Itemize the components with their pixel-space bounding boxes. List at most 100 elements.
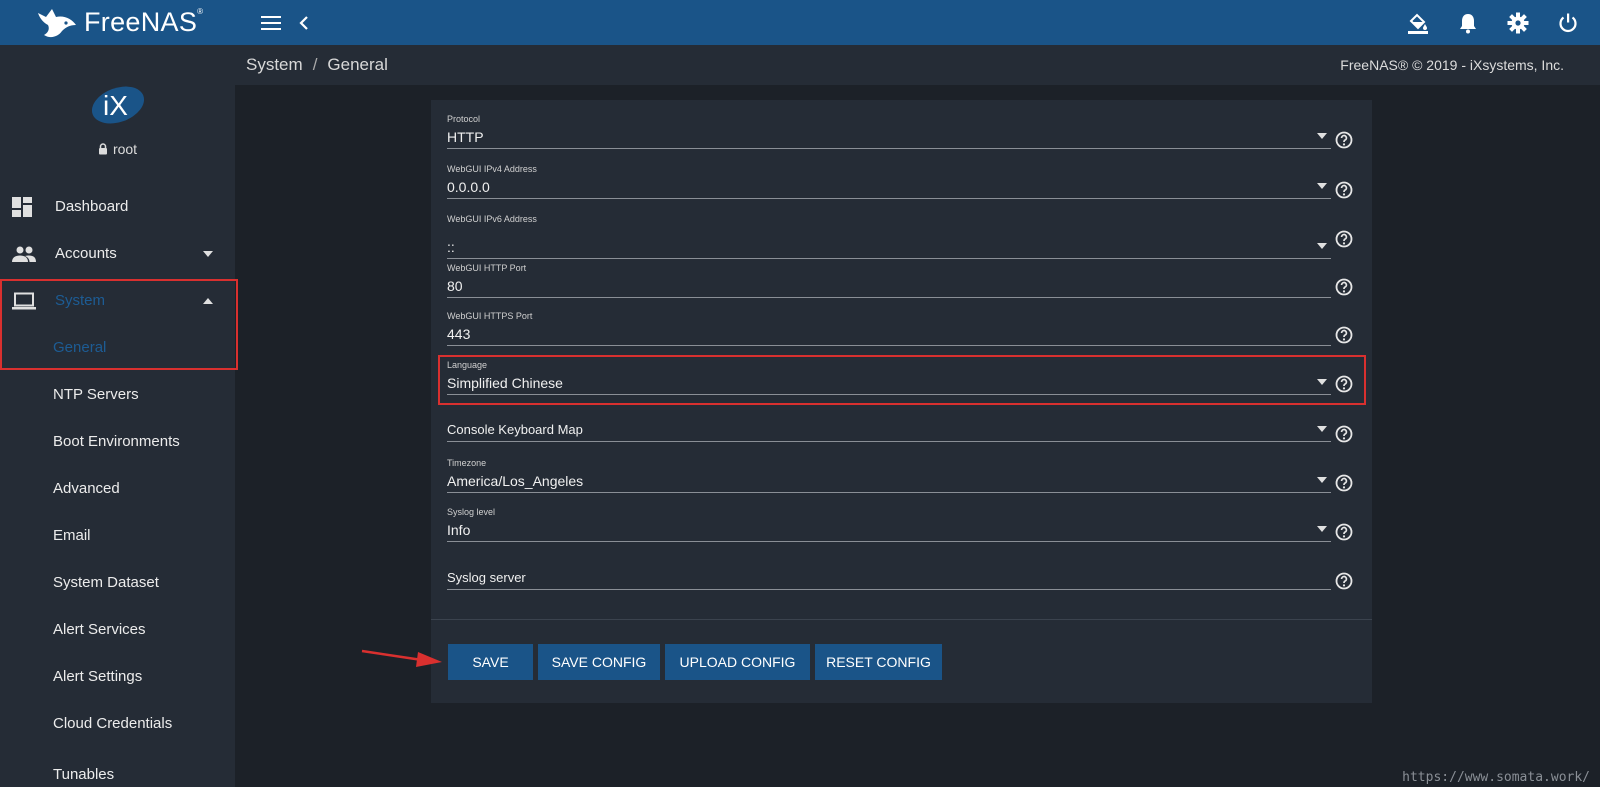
profile: iX root <box>0 45 235 180</box>
sidebar-item-system[interactable]: System <box>0 277 235 324</box>
keyboard-map-field: Console Keyboard Map <box>447 418 1331 442</box>
sidebar-subitem-ntp-servers[interactable]: NTP Servers <box>0 371 235 418</box>
sidebar-subitem-general[interactable]: General <box>0 324 235 371</box>
syslog-server-input[interactable]: Syslog server <box>447 566 1331 590</box>
people-icon <box>12 246 36 262</box>
keyboard-map-select[interactable]: Console Keyboard Map <box>447 418 1331 442</box>
save-config-button[interactable]: SAVE CONFIG <box>538 644 660 680</box>
help-icon[interactable] <box>1335 181 1353 199</box>
theme-button[interactable] <box>1396 0 1440 45</box>
dropdown-arrow-icon <box>1317 183 1327 189</box>
field-label: Timezone <box>447 458 487 468</box>
https-port-input[interactable]: 443 <box>447 322 1331 346</box>
brand-name: FreeNAS® <box>84 7 204 37</box>
language-select[interactable]: Simplified Chinese <box>447 371 1331 395</box>
sidebar-item-label: System <box>55 292 106 309</box>
ix-logo-text: iX <box>103 90 128 121</box>
breadcrumb-system[interactable]: System <box>246 55 303 75</box>
sidebar-subitem-advanced[interactable]: Advanced <box>0 465 235 512</box>
field-label: Language <box>447 360 488 370</box>
top-toolbar: FreeNAS® <box>0 0 1600 45</box>
breadcrumb: System / General FreeNAS® © 2019 - iXsys… <box>235 45 1600 85</box>
field-label: WebGUI IPv6 Address <box>447 214 537 224</box>
chevron-left-icon <box>299 15 308 30</box>
power-button[interactable] <box>1546 0 1590 45</box>
help-icon[interactable] <box>1335 572 1353 590</box>
help-icon[interactable] <box>1335 230 1353 248</box>
arrow-annotation-icon <box>361 649 442 667</box>
dropdown-arrow-icon <box>1317 526 1327 532</box>
sidebar-subitem-cloud-credentials[interactable]: Cloud Credentials <box>0 700 235 747</box>
gear-icon <box>1507 12 1529 33</box>
help-icon[interactable] <box>1335 131 1353 149</box>
reset-config-button[interactable]: RESET CONFIG <box>815 644 942 680</box>
sidebar-subitem-email[interactable]: Email <box>0 512 235 559</box>
sidebar: iX root Dashboard Accounts System Genera… <box>0 45 235 787</box>
lock-icon <box>98 143 107 155</box>
syslog-server-field: Syslog server <box>447 566 1331 590</box>
timezone-field: Timezone America/Los_Angeles <box>447 458 1331 493</box>
ix-logo-icon: iX <box>91 86 144 124</box>
laptop-icon <box>12 292 36 309</box>
http-port-field: WebGUI HTTP Port 80 <box>447 263 1331 298</box>
http-port-input[interactable]: 80 <box>447 274 1331 298</box>
sidebar-subitem-alert-settings[interactable]: Alert Settings <box>0 653 235 700</box>
help-icon[interactable] <box>1335 425 1353 443</box>
general-settings-card: Protocol HTTP WebGUI IPv4 Address 0.0.0.… <box>431 100 1372 703</box>
field-label: Syslog level <box>447 507 496 517</box>
sidebar-item-dashboard[interactable]: Dashboard <box>0 183 235 230</box>
sidebar-subitem-boot-environments[interactable]: Boot Environments <box>0 418 235 465</box>
breadcrumb-separator: / <box>312 55 318 74</box>
upload-config-button[interactable]: UPLOAD CONFIG <box>665 644 810 680</box>
caret-up-icon <box>203 297 213 304</box>
dropdown-arrow-icon <box>1317 477 1327 483</box>
dropdown-arrow-icon <box>1317 133 1327 139</box>
sidebar-item-label: Dashboard <box>55 198 129 215</box>
sidebar-subitem-system-dataset[interactable]: System Dataset <box>0 559 235 606</box>
field-label: WebGUI HTTPS Port <box>447 311 533 321</box>
ipv4-field: WebGUI IPv4 Address 0.0.0.0 <box>447 164 1331 199</box>
protocol-select[interactable]: HTTP <box>447 125 1331 149</box>
settings-button[interactable] <box>1496 0 1540 45</box>
bell-icon <box>1460 13 1476 33</box>
protocol-field: Protocol HTTP <box>447 114 1331 149</box>
sidebar-item-accounts[interactable]: Accounts <box>0 230 235 277</box>
help-icon[interactable] <box>1335 278 1353 296</box>
help-icon[interactable] <box>1335 474 1353 492</box>
dropdown-arrow-icon <box>1317 243 1327 249</box>
https-port-field: WebGUI HTTPS Port 443 <box>447 311 1331 346</box>
timezone-select[interactable]: America/Los_Angeles <box>447 469 1331 493</box>
save-button[interactable]: SAVE <box>448 644 533 680</box>
help-icon[interactable] <box>1335 375 1353 393</box>
ipv6-select[interactable]: :: <box>447 225 1331 259</box>
field-label: WebGUI HTTP Port <box>447 263 527 273</box>
watermark: https://www.somata.work/ <box>1402 770 1590 785</box>
field-label: WebGUI IPv4 Address <box>447 164 537 174</box>
dropdown-arrow-icon <box>1317 426 1327 432</box>
language-field: Language Simplified Chinese <box>447 360 1331 395</box>
help-icon[interactable] <box>1335 326 1353 344</box>
menu-toggle-button[interactable] <box>251 0 291 45</box>
paint-bucket-icon <box>1408 13 1428 34</box>
menu-icon <box>261 15 281 30</box>
sidebar-subitem-tunables[interactable]: Tunables <box>0 747 235 783</box>
dashboard-icon <box>12 196 32 217</box>
ipv4-select[interactable]: 0.0.0.0 <box>447 175 1331 199</box>
collapse-sidebar-button[interactable] <box>291 0 317 45</box>
caret-down-icon <box>203 250 213 257</box>
alerts-button[interactable] <box>1446 0 1490 45</box>
syslog-level-field: Syslog level Info <box>447 507 1331 542</box>
form-divider <box>431 619 1372 620</box>
field-label: Protocol <box>447 114 481 124</box>
brand[interactable]: FreeNAS® <box>0 0 235 45</box>
ipv6-field: WebGUI IPv6 Address :: <box>447 214 1331 259</box>
copyright: FreeNAS® © 2019 - iXsystems, Inc. <box>1340 57 1564 73</box>
breadcrumb-general: General <box>327 55 388 74</box>
sidebar-subitem-alert-services[interactable]: Alert Services <box>0 606 235 653</box>
power-icon <box>1559 13 1577 32</box>
username: root <box>112 141 138 157</box>
help-icon[interactable] <box>1335 523 1353 541</box>
shark-logo-icon <box>38 8 76 37</box>
form-actions: SAVE SAVE CONFIG UPLOAD CONFIG RESET CON… <box>448 644 942 680</box>
syslog-level-select[interactable]: Info <box>447 518 1331 542</box>
